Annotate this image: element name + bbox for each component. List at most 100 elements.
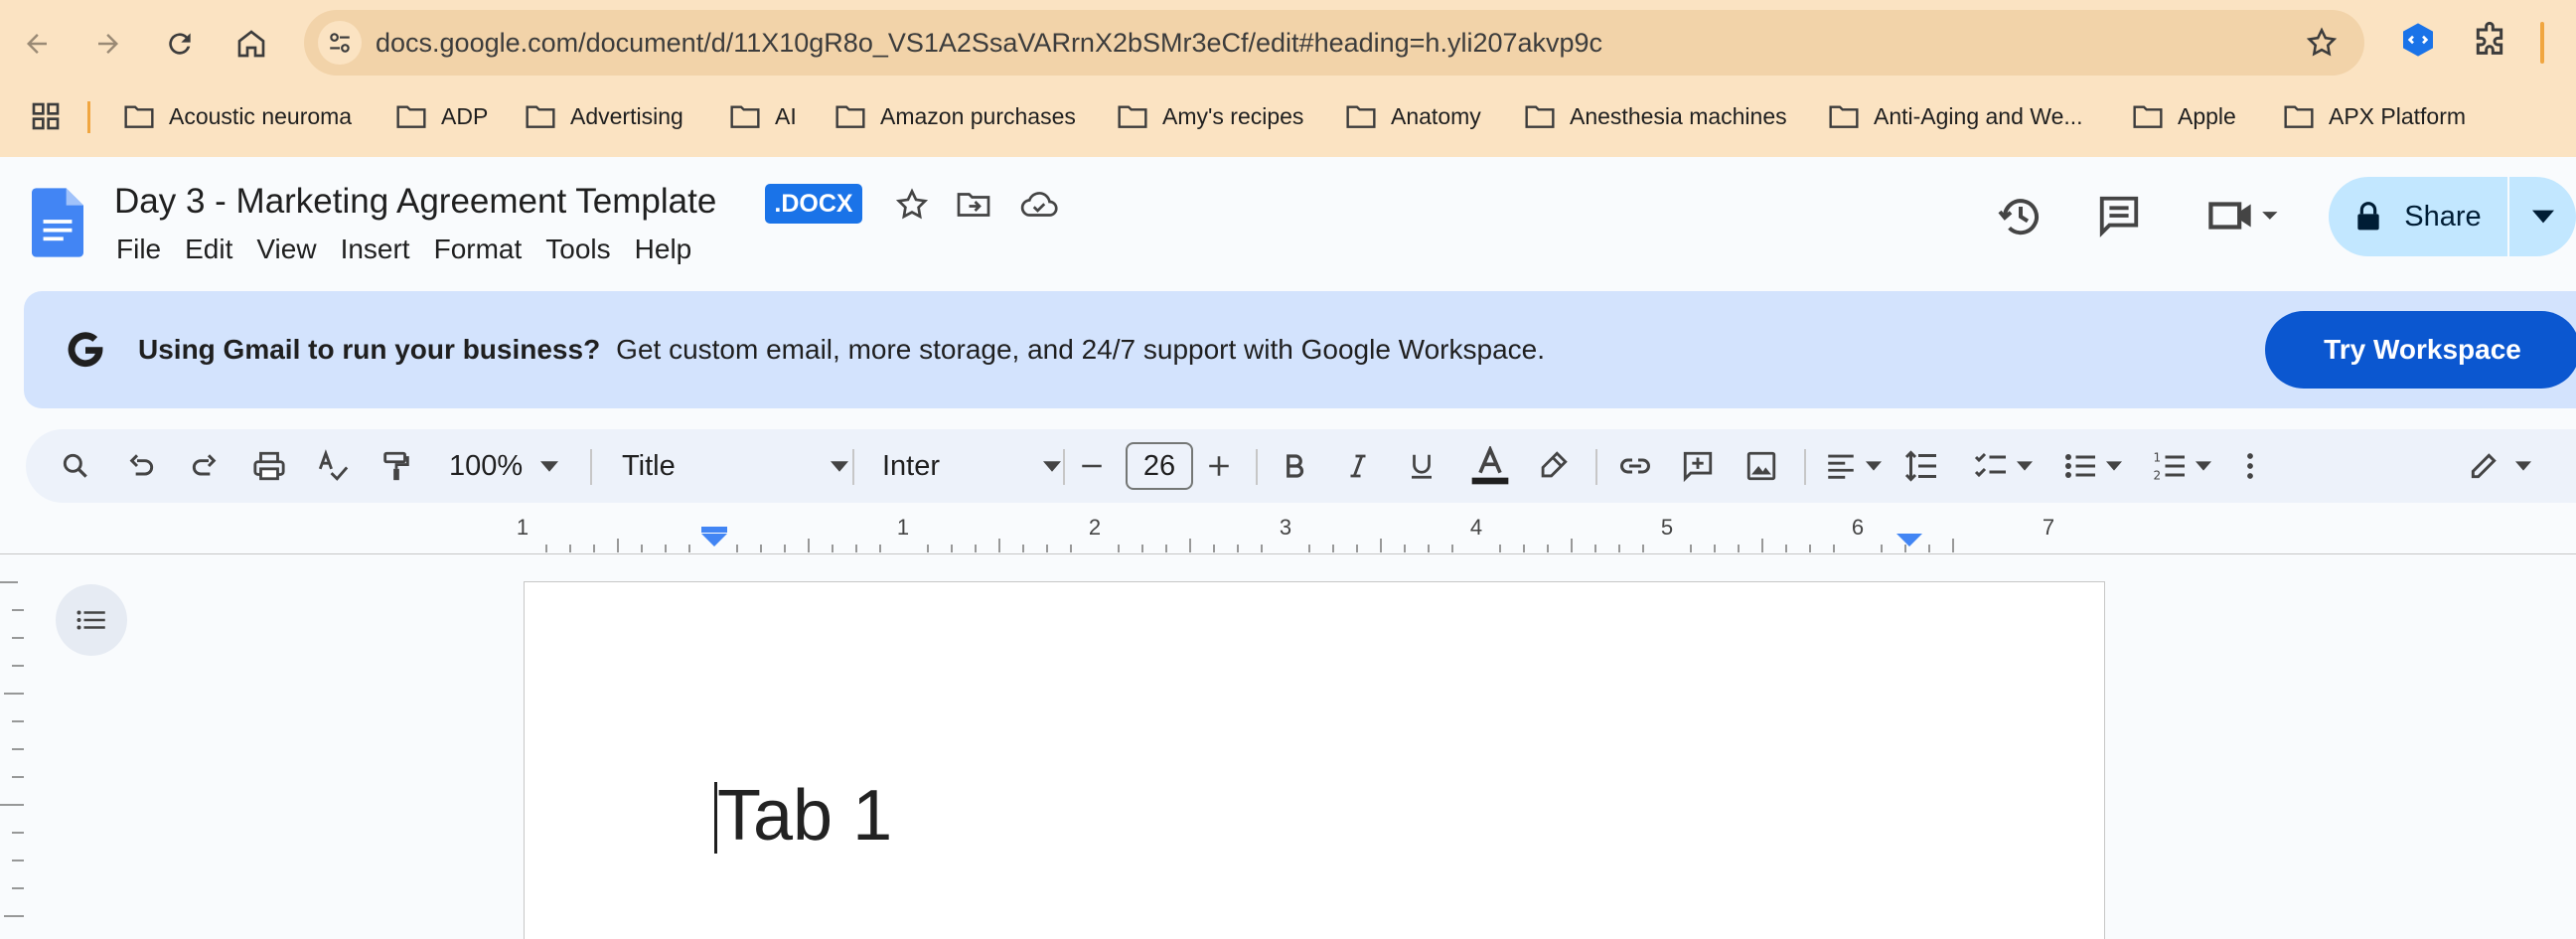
paint-roller-icon (383, 451, 409, 481)
bookmark-folder[interactable]: AI (729, 89, 797, 143)
paint-format-button[interactable] (379, 429, 413, 503)
zoom-select[interactable]: 100% (449, 429, 559, 503)
add-comment-icon (1683, 451, 1713, 483)
document-page[interactable]: Tab 1 (524, 581, 2105, 939)
highlight-color-button[interactable] (1536, 429, 1570, 503)
ruler-label: 7 (2043, 515, 2054, 540)
add-comment-button[interactable] (1681, 429, 1715, 503)
bookmark-folder[interactable]: Amazon purchases (834, 89, 1076, 143)
bookmark-label: Anesthesia machines (1570, 102, 1787, 129)
font-select[interactable]: Inter (882, 429, 1061, 503)
bookmark-folder[interactable]: Anti-Aging and We... (1828, 89, 2083, 143)
star-button[interactable] (894, 187, 930, 223)
right-indent-marker[interactable] (1896, 534, 1922, 547)
align-left-icon (1828, 454, 1854, 479)
undo-button[interactable] (125, 429, 157, 503)
meet-button[interactable] (2203, 193, 2283, 238)
more-options-button[interactable] (2245, 429, 2255, 503)
decrease-font-size-button[interactable] (1079, 429, 1105, 503)
caret-down-icon (2017, 461, 2033, 471)
bookmark-folder[interactable]: Amy's recipes (1117, 89, 1303, 143)
back-button[interactable] (12, 19, 62, 69)
forward-button[interactable] (83, 19, 133, 69)
bookmark-folder[interactable]: Advertising (525, 89, 683, 143)
insert-link-button[interactable] (1617, 429, 1653, 503)
share-main-button[interactable]: Share (2329, 177, 2509, 256)
bookmark-folder[interactable]: Apple (2132, 89, 2236, 143)
menu-tools[interactable]: Tools (533, 231, 622, 268)
align-select[interactable] (1824, 429, 1882, 503)
increase-font-size-button[interactable] (1206, 429, 1232, 503)
bookmark-label: Amazon purchases (880, 102, 1076, 129)
folder-icon (526, 105, 555, 128)
toolbar-divider (852, 449, 854, 485)
chrome-menu-indicator[interactable] (2540, 22, 2544, 64)
address-bar[interactable]: docs.google.com/document/d/11X10gR8o_VS1… (304, 10, 2364, 76)
svg-text:2: 2 (2154, 469, 2162, 483)
version-history-button[interactable] (1997, 193, 2045, 240)
underline-button[interactable] (1407, 429, 1437, 503)
insert-image-button[interactable] (1744, 429, 1778, 503)
font-size-input[interactable]: 26 (1126, 442, 1193, 490)
checklist-select[interactable] (1973, 429, 2033, 503)
extensions-menu-button[interactable] (2470, 20, 2509, 60)
docs-logo-icon[interactable] (32, 188, 83, 257)
vertical-ruler[interactable] (0, 556, 24, 939)
checklist-icon (1974, 452, 2006, 478)
url-text[interactable]: docs.google.com/document/d/11X10gR8o_VS1… (376, 10, 1602, 76)
move-button[interactable] (956, 187, 991, 223)
caret-down-icon (2196, 461, 2211, 471)
spellcheck-button[interactable] (316, 429, 350, 503)
share-dropdown-button[interactable] (2509, 210, 2576, 224)
site-info-button[interactable] (318, 21, 362, 65)
apps-grid-icon[interactable] (30, 100, 62, 132)
bookmark-folder[interactable]: Acoustic neuroma (123, 89, 352, 143)
share-label: Share (2404, 200, 2482, 233)
try-workspace-button[interactable]: Try Workspace (2265, 311, 2576, 389)
extension-button[interactable] (2398, 20, 2438, 60)
horizontal-ruler[interactable]: 1 1 2 3 4 5 6 7 (0, 513, 2576, 554)
ruler-label: 5 (1661, 515, 1673, 540)
cloud-status-button[interactable] (1019, 187, 1059, 223)
bulleted-list-select[interactable] (2062, 429, 2122, 503)
bookmark-folder[interactable]: Anesthesia machines (1524, 89, 1787, 143)
menu-insert[interactable]: Insert (329, 231, 422, 268)
line-spacing-button[interactable] (1903, 429, 1939, 503)
docx-badge: .DOCX (765, 184, 862, 224)
share-button[interactable]: Share (2329, 177, 2576, 256)
document-title[interactable]: Day 3 - Marketing Agreement Template (114, 182, 716, 222)
bookmark-folder[interactable]: Anatomy (1345, 89, 1481, 143)
reload-button[interactable] (155, 19, 205, 69)
undo-icon (129, 454, 154, 476)
search-menus-button[interactable] (60, 429, 91, 503)
numbered-list-select[interactable]: 12 (2152, 429, 2211, 503)
caret-down-icon (540, 460, 559, 472)
caret-down-icon (2106, 461, 2122, 471)
document-heading[interactable]: Tab 1 (717, 774, 892, 858)
menu-help[interactable]: Help (623, 231, 704, 268)
video-camera-icon (2208, 202, 2278, 230)
paragraph-style-select[interactable]: Title (622, 429, 848, 503)
ruler-label: 6 (1852, 515, 1864, 540)
bold-button[interactable] (1280, 429, 1309, 503)
bookmark-star-button[interactable] (2305, 26, 2339, 60)
left-indent-marker[interactable] (701, 527, 727, 547)
folder-icon (730, 105, 760, 128)
italic-button[interactable] (1343, 429, 1373, 503)
home-button[interactable] (227, 19, 276, 69)
menu-format[interactable]: Format (422, 231, 534, 268)
print-button[interactable] (252, 429, 286, 503)
editing-mode-select[interactable] (2468, 429, 2531, 503)
comments-button[interactable] (2096, 193, 2142, 238)
bookmark-folder[interactable]: APX Platform (2283, 89, 2466, 143)
bookmark-label: Apple (2178, 102, 2236, 129)
menu-view[interactable]: View (244, 231, 328, 268)
bookmark-folder[interactable]: ADP (395, 89, 488, 143)
document-outline-button[interactable] (56, 584, 127, 656)
font-value: Inter (882, 449, 941, 482)
menu-edit[interactable]: Edit (173, 231, 244, 268)
redo-button[interactable] (189, 429, 221, 503)
text-color-button[interactable] (1468, 429, 1512, 503)
menu-file[interactable]: File (116, 231, 173, 268)
folder-icon (1525, 105, 1555, 128)
